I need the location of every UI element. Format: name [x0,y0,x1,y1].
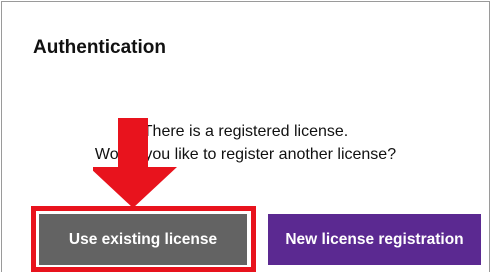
highlight-box [31,206,256,272]
message-line-2: Would you like to register another licen… [94,146,397,163]
dialog-message: There is a registered license. Would you… [2,120,489,166]
down-arrow-icon [93,118,177,208]
new-license-registration-button[interactable]: New license registration [268,214,481,265]
message-line-1: There is a registered license. [142,123,349,140]
dialog-title: Authentication [33,37,166,58]
